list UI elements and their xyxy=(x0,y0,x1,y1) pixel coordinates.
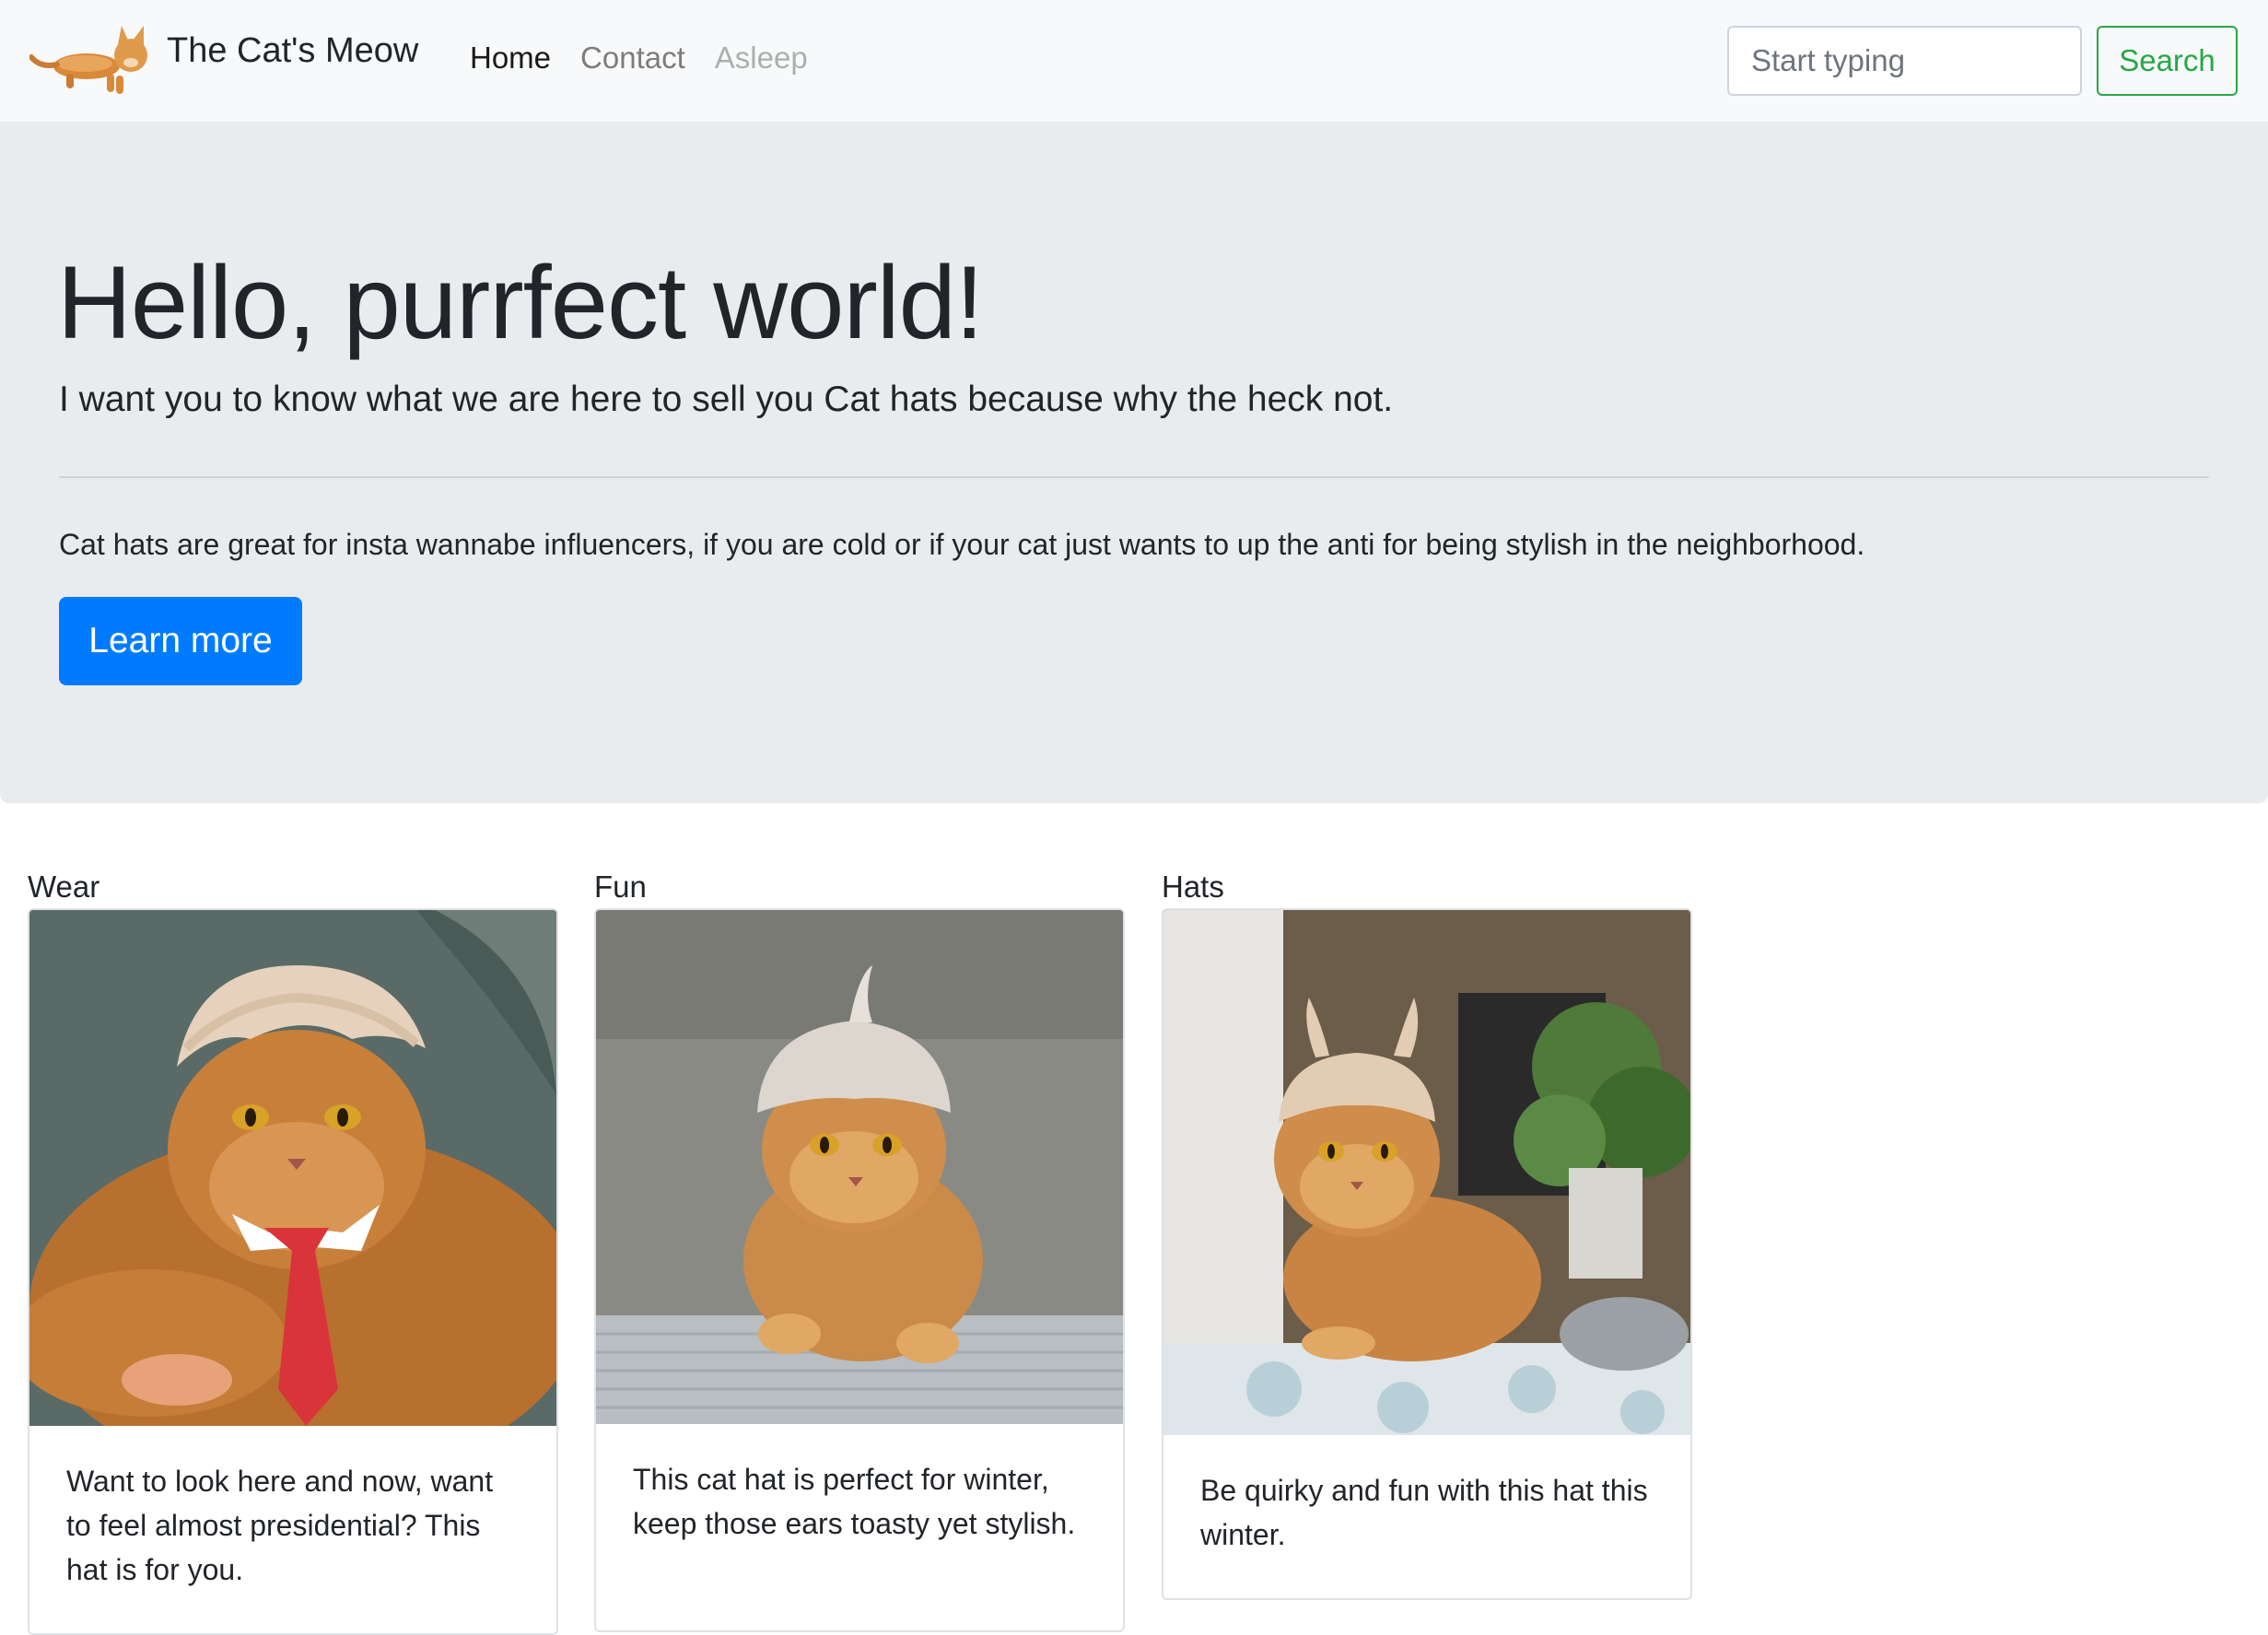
brand-title: The Cat's Meow xyxy=(167,31,419,70)
hero-lead: I want you to know what we are here to s… xyxy=(59,380,1394,419)
cat-logo-icon xyxy=(29,26,147,94)
nav-link-home[interactable]: Home xyxy=(470,41,551,76)
card-column-hats: Hats Be quirky and fun with this hat thi… xyxy=(1162,866,1692,1600)
brand[interactable]: The Cat's Meow xyxy=(29,20,418,98)
nav-links: Home Contact Asleep xyxy=(470,41,837,76)
card-fun: This cat hat is perfect for winter, keep… xyxy=(594,908,1125,1632)
hero-jumbotron: Hello, purrfect world! I want you to kno… xyxy=(0,122,2268,803)
cat-in-wig-and-tie-image xyxy=(29,910,556,1426)
card-label: Fun xyxy=(594,870,647,904)
cat-in-antler-hat-image xyxy=(1163,910,1690,1435)
card-column-fun: Fun This cat hat is perfect for winter, … xyxy=(594,866,1125,1632)
cat-in-beanie-image xyxy=(596,910,1123,1424)
hero-title: Hello, purrfect world! xyxy=(57,245,984,360)
navbar: The Cat's Meow Home Contact Asleep Searc… xyxy=(0,0,2268,122)
card-column-wear: Wear Want to look here and now, want to … xyxy=(28,866,558,1635)
card-hats: Be quirky and fun with this hat this win… xyxy=(1162,908,1692,1600)
learn-more-button[interactable]: Learn more xyxy=(59,597,302,685)
search-button[interactable]: Search xyxy=(2097,26,2238,96)
search-input[interactable] xyxy=(1727,26,2082,96)
hero-body-text: Cat hats are great for insta wannabe inf… xyxy=(59,528,1865,561)
hero-divider xyxy=(59,476,2209,478)
nav-link-asleep: Asleep xyxy=(714,41,808,75)
card-body: Be quirky and fun with this hat this win… xyxy=(1200,1474,1648,1551)
card-body: Want to look here and now, want to feel … xyxy=(66,1465,494,1586)
card-wear: Want to look here and now, want to feel … xyxy=(28,908,558,1635)
nav-link-contact[interactable]: Contact xyxy=(580,41,685,76)
card-label: Hats xyxy=(1162,870,1224,904)
card-label: Wear xyxy=(28,870,100,904)
card-body: This cat hat is perfect for winter, keep… xyxy=(633,1463,1076,1540)
